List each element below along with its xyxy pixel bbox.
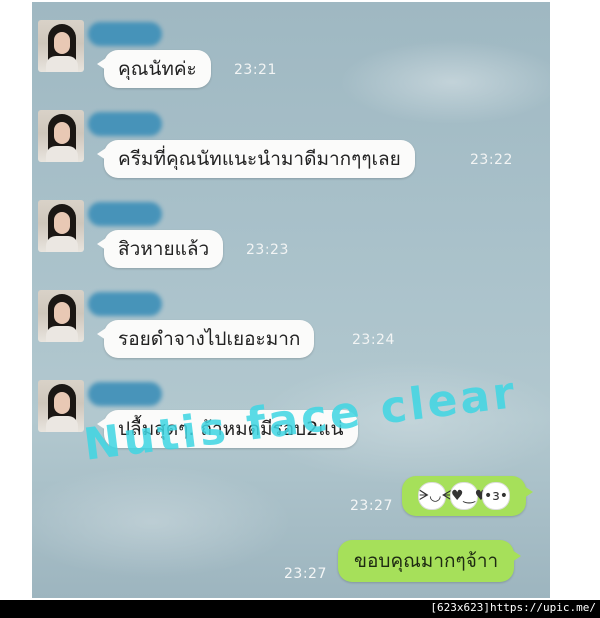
message-time: 23:23	[246, 242, 289, 258]
message-time: 23:22	[470, 152, 513, 168]
message-row: คุณนัทค่ะ 23:21	[32, 10, 550, 90]
message-row: ครีมที่คุณนัทแนะนำมาดีมากๆๆเลย 23:22	[32, 100, 550, 180]
avatar[interactable]	[38, 290, 84, 342]
reply-time: 23:27	[284, 566, 327, 582]
message-bubble[interactable]: สิวหายแล้ว	[96, 230, 224, 268]
sender-name-redacted	[88, 202, 162, 226]
reply-time: 23:27	[350, 498, 393, 514]
sender-name-redacted	[88, 292, 162, 316]
message-time: 23:24	[352, 332, 395, 348]
sticker-bubble[interactable]: ᗒ◡ᗕ ♥‿♥ •з•	[402, 476, 533, 516]
sender-name-redacted	[88, 112, 162, 136]
message-bubble[interactable]: คุณนัทค่ะ	[97, 50, 211, 88]
message-bubble[interactable]: ขอบคุณมากๆจ้าา	[338, 540, 522, 582]
avatar[interactable]	[38, 380, 84, 432]
avatar[interactable]	[38, 200, 84, 252]
message-time: 23:21	[234, 62, 277, 78]
sender-name-redacted	[88, 22, 162, 46]
message-bubble[interactable]: รอยดำจางไปเยอะมาก	[96, 320, 315, 358]
heart-eyes-face-icon: ♥‿♥	[450, 482, 487, 510]
message-bubble[interactable]: ครีมที่คุณนัทแนะนำมาดีมากๆๆเลย	[97, 140, 415, 178]
avatar[interactable]	[38, 20, 84, 72]
bunny-kiss-icon: •з•	[482, 482, 510, 510]
sender-name-redacted	[88, 382, 162, 406]
image-caption: [623x623]https://upic.me/	[430, 601, 596, 614]
avatar[interactable]	[38, 110, 84, 162]
laughing-face-icon: ᗒ◡ᗕ	[418, 482, 452, 510]
chat-area[interactable]: คุณนัทค่ะ 23:21 ครีมที่คุณนัทแนะนำมาดีมา…	[32, 2, 550, 598]
message-row: รอยดำจางไปเยอะมาก 23:24	[32, 280, 550, 360]
screenshot-frame: คุณนัทค่ะ 23:21 ครีมที่คุณนัทแนะนำมาดีมา…	[0, 0, 600, 600]
message-row: สิวหายแล้ว 23:23	[32, 190, 550, 270]
